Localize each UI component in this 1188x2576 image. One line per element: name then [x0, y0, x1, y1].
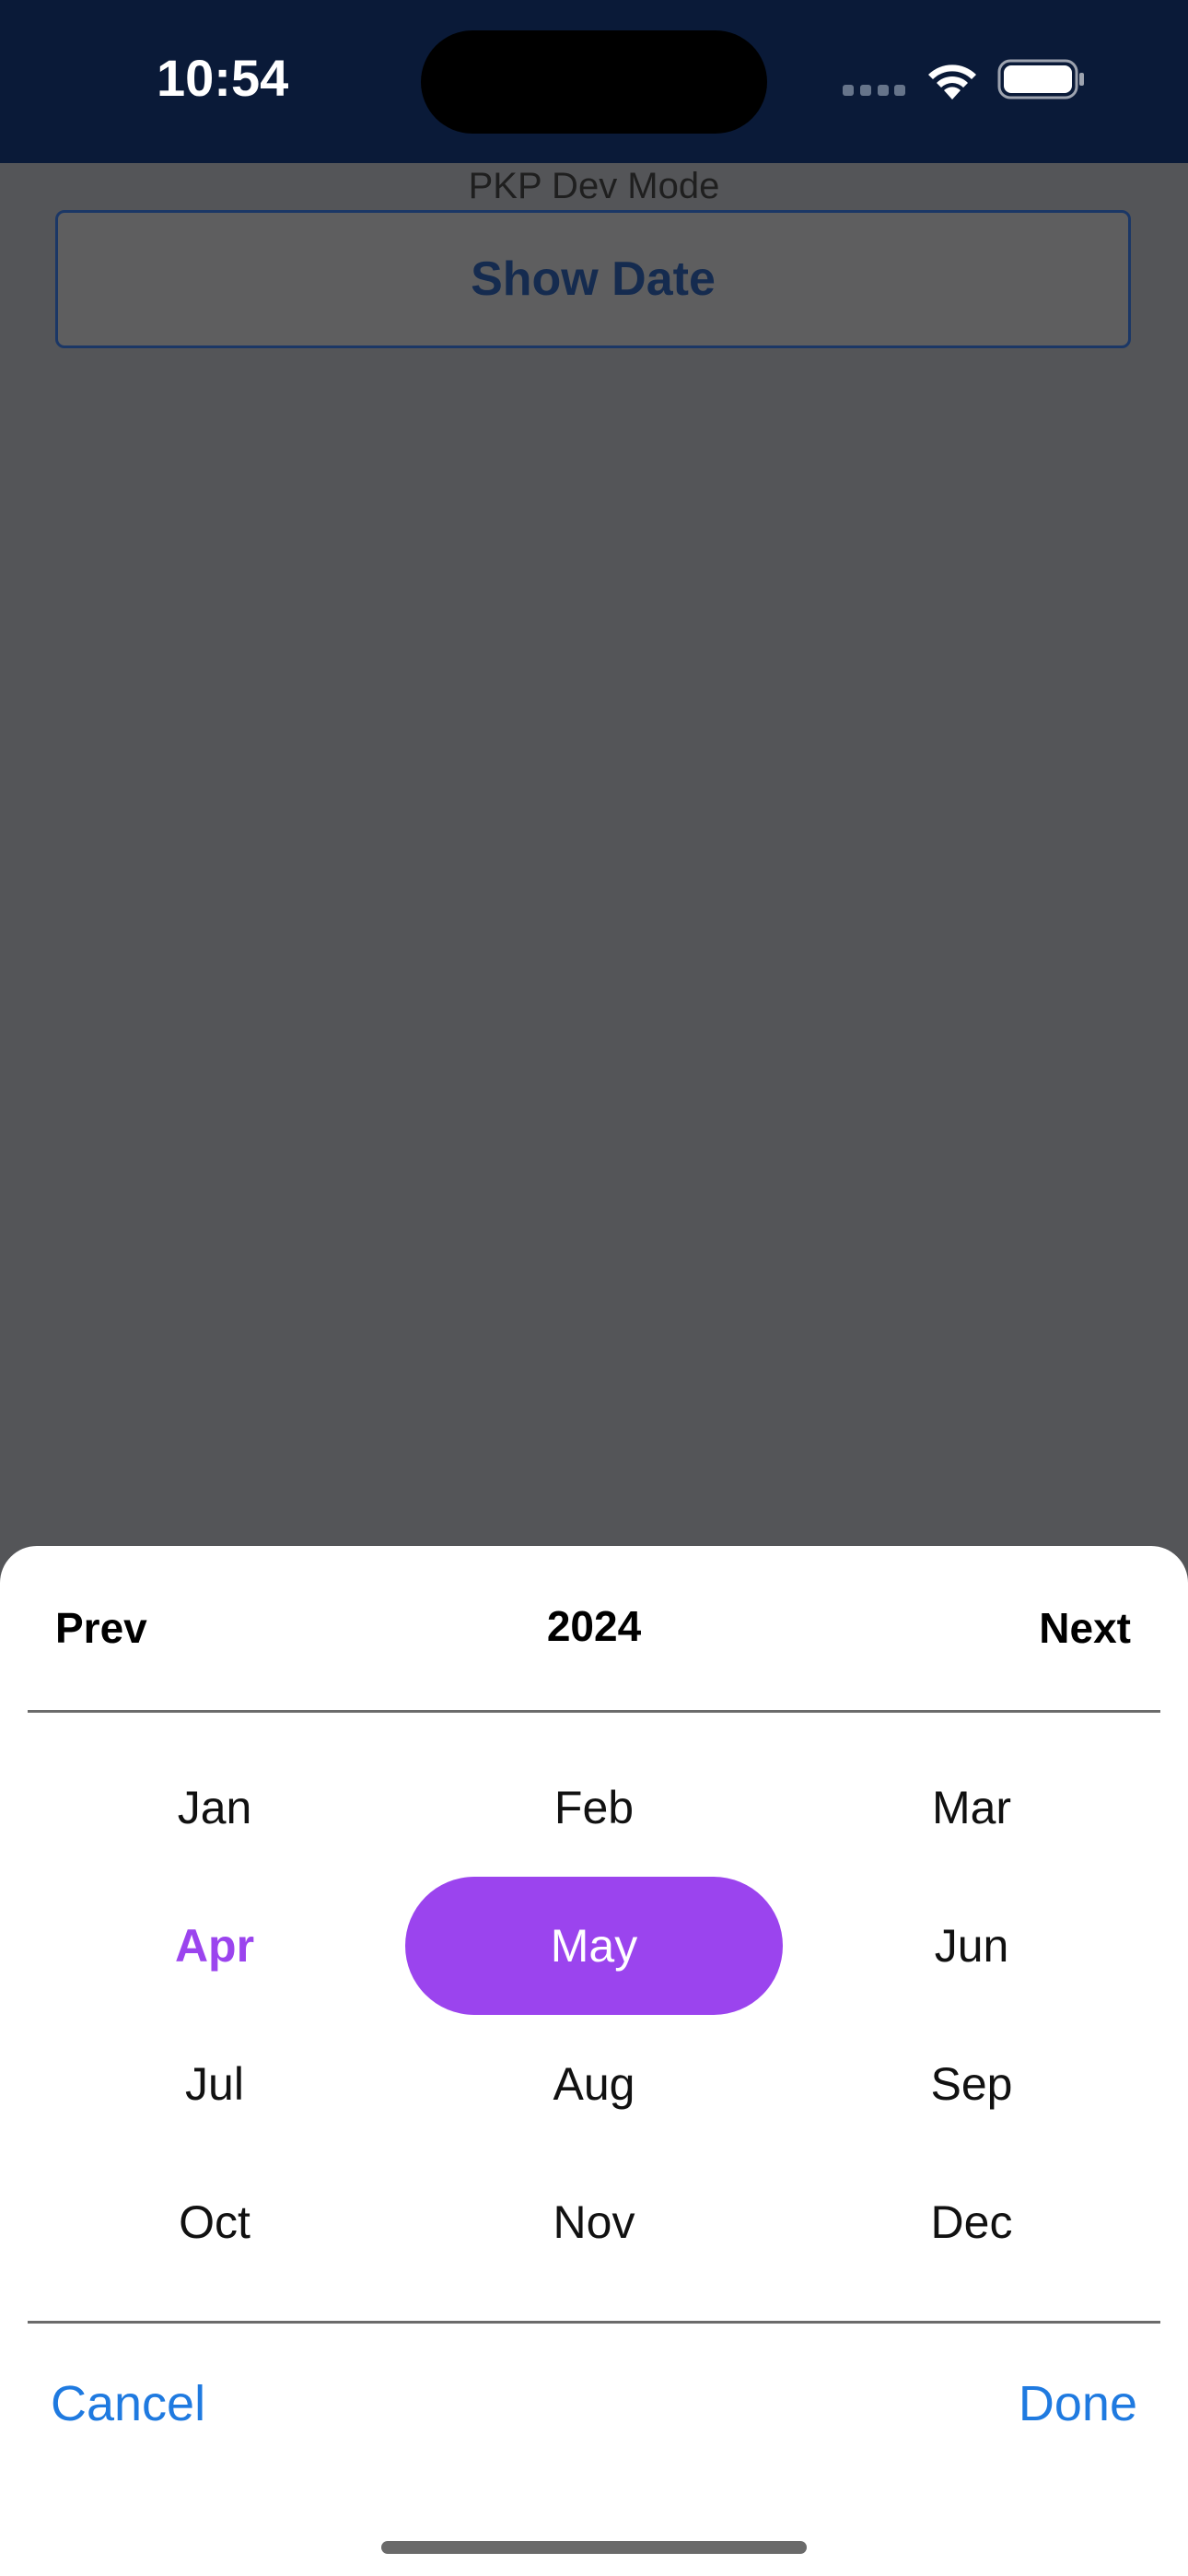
done-button[interactable]: Done: [1019, 2375, 1137, 2432]
month-cell-oct[interactable]: Oct: [26, 2153, 403, 2291]
cellular-signal-icon: [843, 85, 905, 98]
home-indicator[interactable]: [381, 2541, 807, 2554]
footer-divider: [28, 2321, 1160, 2324]
next-year-button[interactable]: Next: [1039, 1603, 1131, 1653]
picker-header: Prev 2024 Next: [0, 1546, 1188, 1710]
dynamic-island: [421, 30, 767, 134]
month-cell-dec[interactable]: Dec: [783, 2153, 1160, 2291]
wifi-icon: [928, 64, 976, 100]
cancel-button[interactable]: Cancel: [51, 2375, 205, 2432]
dev-mode-label: PKP Dev Mode: [468, 166, 720, 206]
month-cell-feb[interactable]: Feb: [405, 1739, 783, 1877]
month-cell-jan[interactable]: Jan: [26, 1739, 403, 1877]
month-cell-sep[interactable]: Sep: [783, 2015, 1160, 2153]
header-divider: [28, 1710, 1160, 1713]
battery-icon: [997, 59, 1084, 100]
status-time: 10:54: [157, 49, 289, 107]
show-date-button[interactable]: Show Date: [55, 210, 1131, 348]
month-cell-apr[interactable]: Apr: [26, 1877, 403, 2015]
year-label: 2024: [546, 1602, 642, 1650]
month-cell-nov[interactable]: Nov: [405, 2153, 783, 2291]
prev-year-button[interactable]: Prev: [55, 1603, 147, 1653]
month-picker-sheet: Prev 2024 Next Jan Feb Mar Apr May Jun J…: [0, 1546, 1188, 2576]
month-cell-mar[interactable]: Mar: [783, 1739, 1160, 1877]
month-cell-jul[interactable]: Jul: [26, 2015, 403, 2153]
month-cell-aug[interactable]: Aug: [405, 2015, 783, 2153]
status-bar: 10:54: [0, 0, 1188, 163]
month-cell-jun[interactable]: Jun: [783, 1877, 1160, 2015]
month-cell-may[interactable]: May: [405, 1877, 783, 2015]
